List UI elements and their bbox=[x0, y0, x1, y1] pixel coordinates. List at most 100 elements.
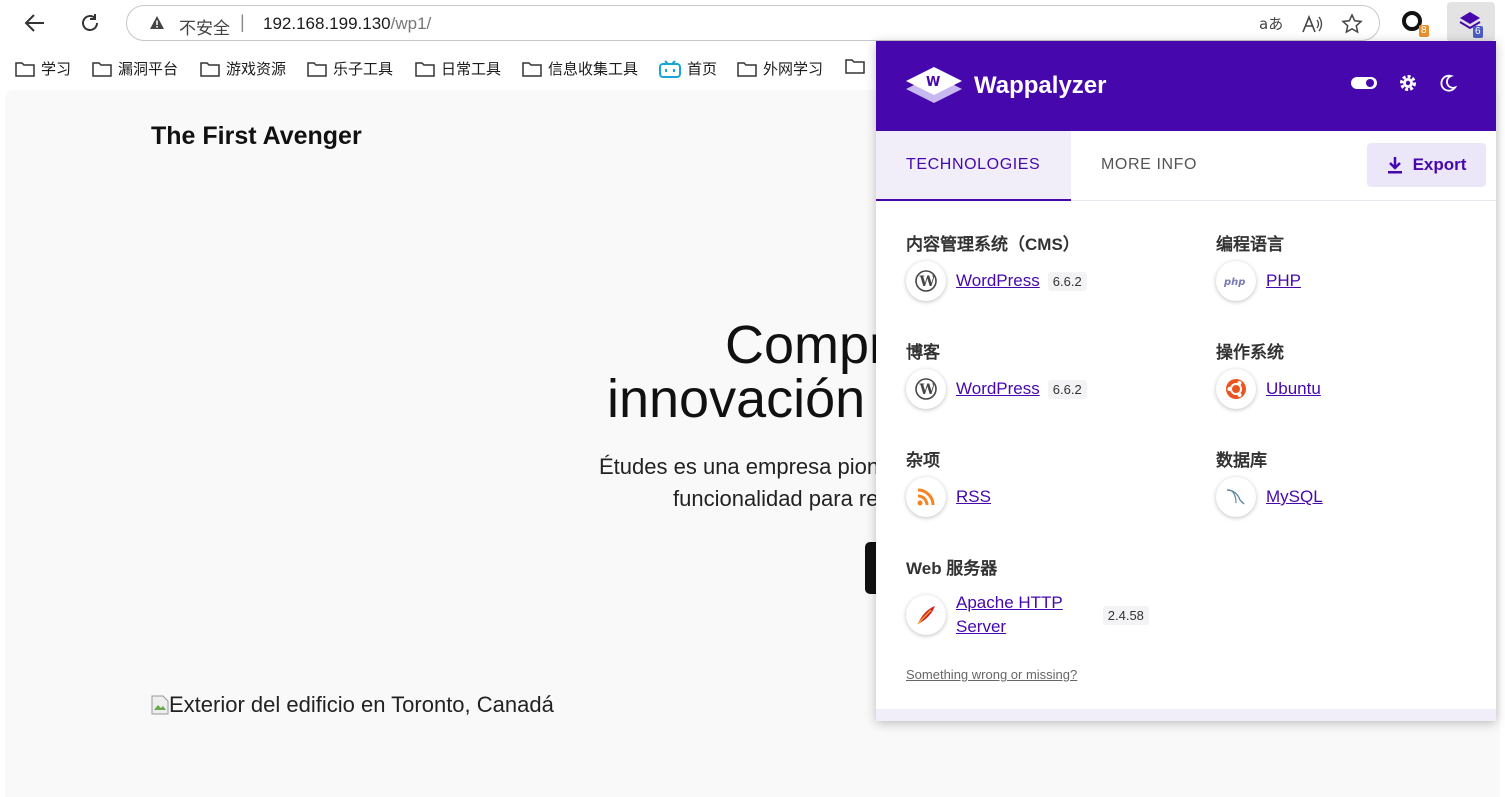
bookmark-folder-8[interactable] bbox=[845, 58, 865, 74]
bookmark-folder-7[interactable]: 外网学习 bbox=[737, 58, 823, 79]
tech-version: 6.6.2 bbox=[1047, 379, 1087, 399]
site-title[interactable]: The First Avenger bbox=[151, 122, 362, 151]
bookmark-folder-1[interactable]: 学习 bbox=[15, 58, 71, 79]
tech-item-mysql: MySQL bbox=[1216, 477, 1323, 517]
reload-icon bbox=[82, 14, 98, 31]
url-text: 192.168.199.130/wp1/ bbox=[263, 14, 431, 34]
wappalyzer-popup: W Wappalyzer TECHNOLOGIES MORE INFO Expo… bbox=[876, 41, 1496, 721]
extension-button-1[interactable]: 8 bbox=[1400, 9, 1430, 39]
export-button[interactable]: Export bbox=[1367, 143, 1486, 187]
tech-item-ubuntu: Ubuntu bbox=[1216, 369, 1321, 409]
bookmark-home[interactable]: 首页 bbox=[659, 58, 717, 79]
bookmark-label: 首页 bbox=[687, 61, 718, 78]
hero-heading-line1: Compr bbox=[725, 315, 888, 375]
extension-badge-2: 6 bbox=[1473, 26, 1483, 38]
folder-icon bbox=[415, 61, 435, 77]
wappalyzer-brand: W Wappalyzer bbox=[904, 61, 1106, 111]
tech-link[interactable]: Apache HTTP Server bbox=[956, 591, 1063, 639]
url-host: 192.168.199.130 bbox=[263, 14, 391, 33]
security-label: 不安全 bbox=[179, 19, 230, 38]
back-button[interactable] bbox=[20, 8, 50, 38]
address-bar-actions: aあ bbox=[1259, 13, 1363, 35]
wordpress-icon: W bbox=[906, 369, 946, 409]
folder-icon bbox=[737, 61, 757, 77]
svg-text:W: W bbox=[926, 75, 940, 90]
translate-icon[interactable]: aあ bbox=[1259, 14, 1283, 34]
url-path: /wp1/ bbox=[390, 14, 432, 33]
hero-heading-line2: innovación bbox=[607, 369, 866, 429]
category-misc-title: 杂项 bbox=[906, 451, 940, 470]
wappalyzer-extension-button[interactable]: 6 bbox=[1447, 2, 1495, 42]
category-webserver-title: Web 服务器 bbox=[906, 559, 998, 578]
extension-badge-1: 8 bbox=[1419, 25, 1429, 37]
bookmark-folder-5[interactable]: 日常工具 bbox=[415, 58, 501, 79]
category-db-title: 数据库 bbox=[1216, 451, 1267, 470]
address-separator: | bbox=[240, 12, 245, 32]
folder-icon bbox=[200, 61, 220, 77]
bookmark-label: 游戏资源 bbox=[226, 61, 287, 78]
header-actions bbox=[1350, 73, 1458, 93]
something-wrong-link[interactable]: Something wrong or missing? bbox=[906, 667, 1077, 682]
bookmark-label: 学习 bbox=[41, 61, 72, 78]
tab-more-info[interactable]: MORE INFO bbox=[1101, 131, 1197, 199]
bookmark-label: 外网学习 bbox=[763, 61, 824, 78]
tech-link[interactable]: WordPress bbox=[956, 379, 1040, 399]
read-aloud-icon[interactable] bbox=[1301, 14, 1323, 34]
browser-toolbar: 不安全 | 192.168.199.130/wp1/ aあ 8 6 bbox=[0, 0, 1505, 46]
tech-item-wordpress-cms: W WordPress 6.6.2 bbox=[906, 261, 1087, 301]
tech-version: 6.6.2 bbox=[1047, 271, 1087, 291]
bookmark-folder-4[interactable]: 乐子工具 bbox=[307, 58, 393, 79]
wappalyzer-logo-icon: W bbox=[906, 67, 962, 103]
bookmark-label: 日常工具 bbox=[441, 61, 502, 78]
bookmark-label: 乐子工具 bbox=[333, 61, 394, 78]
php-icon: php bbox=[1216, 261, 1256, 301]
category-blog-title: 博客 bbox=[906, 343, 940, 362]
svg-text:aあ: aあ bbox=[1259, 15, 1283, 33]
bookmark-folder-2[interactable]: 漏洞平台 bbox=[92, 58, 178, 79]
tech-link[interactable]: MySQL bbox=[1266, 487, 1323, 507]
export-label: Export bbox=[1412, 155, 1467, 174]
reload-button[interactable] bbox=[75, 8, 105, 38]
svg-text:W: W bbox=[919, 274, 936, 290]
category-cms-title: 内容管理系统（CMS） bbox=[906, 235, 1080, 254]
tech-link[interactable]: RSS bbox=[956, 487, 991, 507]
broken-image-icon bbox=[151, 695, 169, 715]
gear-icon[interactable] bbox=[1398, 73, 1418, 93]
tech-link[interactable]: Ubuntu bbox=[1266, 379, 1321, 399]
popup-header: W Wappalyzer bbox=[876, 41, 1496, 131]
folder-icon bbox=[845, 59, 865, 74]
download-icon bbox=[1387, 157, 1402, 174]
bookmark-folder-6[interactable]: 信息收集工具 bbox=[522, 58, 638, 79]
toggle-switch-icon[interactable] bbox=[1350, 75, 1378, 91]
category-os-title: 操作系统 bbox=[1216, 343, 1284, 362]
ubuntu-icon bbox=[1216, 369, 1256, 409]
dark-mode-moon-icon[interactable] bbox=[1438, 73, 1458, 93]
bookmark-label: 漏洞平台 bbox=[118, 61, 179, 78]
bookmark-folder-3[interactable]: 游戏资源 bbox=[200, 58, 286, 79]
tech-link[interactable]: PHP bbox=[1266, 271, 1301, 291]
wordpress-icon: W bbox=[906, 261, 946, 301]
warning-icon bbox=[150, 16, 164, 29]
tab-technologies[interactable]: TECHNOLOGIES bbox=[876, 131, 1071, 201]
category-lang-title: 编程语言 bbox=[1216, 235, 1284, 254]
tech-link[interactable]: WordPress bbox=[956, 271, 1040, 291]
tech-version: 2.4.58 bbox=[1102, 605, 1149, 625]
apache-feather-icon bbox=[906, 595, 946, 635]
hero-description-line2: funcionalidad para re bbox=[673, 486, 879, 511]
svg-text:W: W bbox=[919, 382, 936, 398]
back-arrow-icon bbox=[24, 14, 44, 32]
tech-link-line2: Server bbox=[956, 617, 1007, 636]
address-bar[interactable]: 不安全 | 192.168.199.130/wp1/ aあ bbox=[126, 5, 1380, 41]
folder-icon bbox=[92, 61, 112, 77]
tech-item-wordpress-blog: W WordPress 6.6.2 bbox=[906, 369, 1087, 409]
mysql-dolphin-icon bbox=[1216, 477, 1256, 517]
brand-name: Wappalyzer bbox=[974, 72, 1107, 99]
svg-text:php: php bbox=[1223, 277, 1245, 288]
tech-item-rss: RSS bbox=[906, 477, 991, 517]
folder-icon bbox=[15, 61, 35, 77]
tech-link-line1: Apache HTTP bbox=[956, 593, 1063, 612]
favorite-star-icon[interactable] bbox=[1341, 13, 1363, 35]
popup-tabs: TECHNOLOGIES MORE INFO Export bbox=[876, 131, 1496, 201]
folder-icon bbox=[307, 61, 327, 77]
tech-item-php: php PHP bbox=[1216, 261, 1301, 301]
